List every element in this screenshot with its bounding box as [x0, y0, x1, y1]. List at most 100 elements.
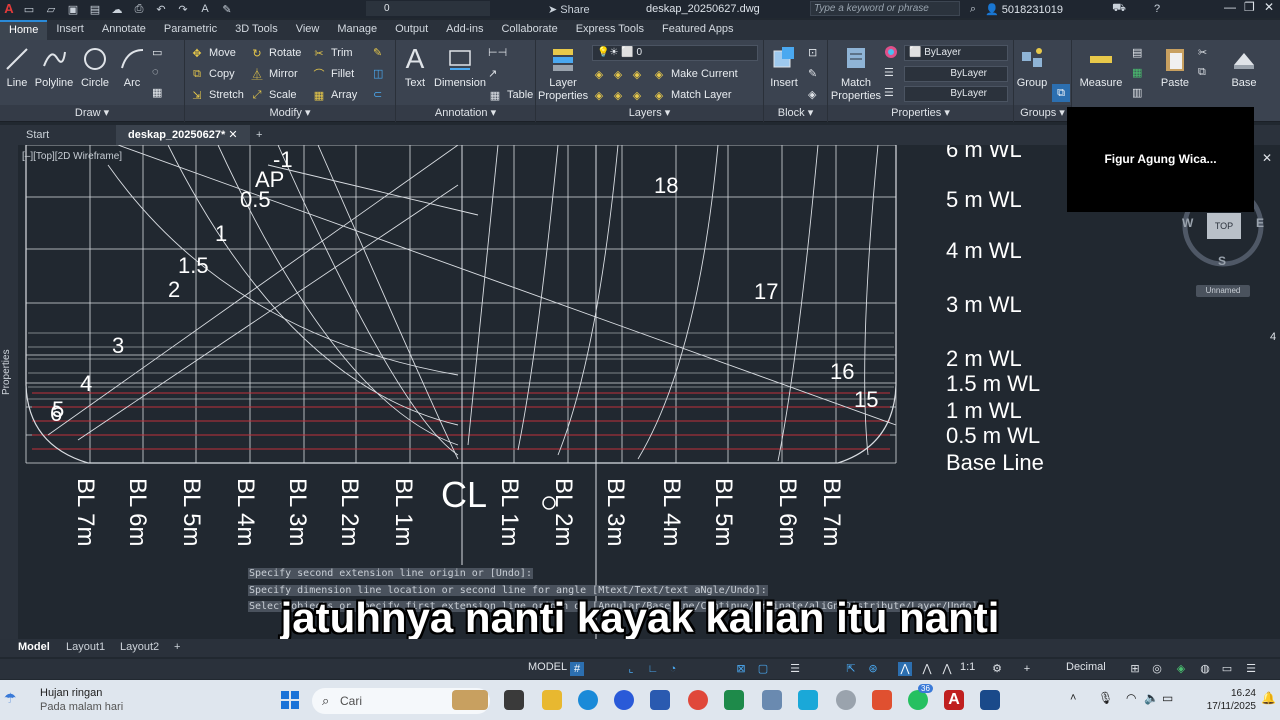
exchange-icon[interactable]: ⛟ — [1111, 2, 1127, 16]
group-select-icon[interactable]: ⧉ — [1052, 84, 1070, 102]
dimension-button[interactable]: Dimension — [434, 44, 486, 89]
tab-view[interactable]: View — [287, 20, 329, 40]
tab-express-tools[interactable]: Express Tools — [567, 20, 653, 40]
compass-west[interactable]: W — [1182, 216, 1193, 230]
add-layout-button[interactable]: + — [174, 641, 180, 653]
quick-select-icon[interactable]: ▦ — [1132, 66, 1142, 79]
linear-dim-icon[interactable]: ⊢⊣ — [488, 46, 507, 59]
windows-start-icon[interactable] — [280, 690, 300, 710]
tab-add-ins[interactable]: Add-ins — [437, 20, 492, 40]
layer-tools-row1[interactable]: ◈ ◈ ◈ — [592, 67, 649, 81]
trim-button[interactable]: ✂ Trim — [312, 46, 352, 60]
excel-icon[interactable] — [724, 690, 744, 710]
new-tab-button[interactable]: + — [244, 125, 274, 145]
copy-button[interactable]: ⧉ Copy — [190, 67, 235, 81]
annotation-scale-value[interactable]: 1:1 — [960, 661, 975, 673]
match-layer-button[interactable]: ◈ Match Layer — [652, 88, 732, 102]
new-file-icon[interactable]: ▭ — [21, 2, 37, 16]
erase-icon[interactable]: ✎ — [373, 46, 382, 59]
rotate-button[interactable]: ↻ Rotate — [250, 46, 301, 60]
lineweight-toggle-icon[interactable]: ☰ — [788, 662, 802, 676]
layer-properties-button[interactable]: Layer Properties — [538, 44, 588, 103]
select-cycle-icon[interactable]: ⇱ — [844, 662, 858, 676]
file-explorer-icon[interactable] — [542, 690, 562, 710]
hardware-accel-icon[interactable]: ◍ — [1198, 662, 1212, 676]
chrome-icon[interactable] — [688, 690, 708, 710]
tab-layout2[interactable]: Layout2 — [120, 641, 159, 653]
groups-panel-title[interactable]: Groups ▾ — [1014, 105, 1071, 121]
tab-output[interactable]: Output — [386, 20, 437, 40]
make-current-button[interactable]: ◈ Make Current — [652, 67, 738, 81]
cloud-icon[interactable]: ☁ — [109, 2, 125, 16]
whatsapp-icon[interactable] — [908, 690, 928, 710]
explode-icon[interactable]: ◫ — [373, 67, 383, 80]
notepad-icon[interactable] — [798, 690, 818, 710]
open-folder-icon[interactable]: ▱ — [43, 2, 59, 16]
calculator-icon[interactable]: ▤ — [1132, 46, 1142, 59]
viewcube-top-face[interactable]: TOP — [1207, 213, 1241, 239]
group-button[interactable]: Group — [1016, 44, 1048, 89]
viewport-controls[interactable]: [–][Top][2D Wireframe] — [22, 151, 122, 162]
notification-bell-icon[interactable]: 🔔 — [1261, 691, 1276, 705]
create-block-icon[interactable]: ⊡ — [808, 46, 817, 59]
text-button[interactable]: A Text — [400, 43, 430, 89]
osnap-icon[interactable]: ⊠ — [734, 662, 748, 676]
circle-button[interactable]: Circle — [78, 44, 112, 89]
ortho-icon[interactable]: ∟ — [646, 662, 660, 676]
base-button[interactable]: Base — [1226, 44, 1262, 89]
tab-drawing[interactable]: deskap_20250627* ✕ — [116, 125, 250, 145]
help-icon[interactable]: ? — [1149, 2, 1165, 16]
scale-button[interactable]: ⤢ Scale — [250, 88, 297, 102]
layer-tools-row2[interactable]: ◈ ◈ ◈ — [592, 88, 649, 102]
task-view-icon[interactable] — [504, 690, 524, 710]
offset-icon[interactable]: ⊂ — [373, 88, 382, 101]
isolate-objects-icon[interactable]: ◈ — [1174, 662, 1188, 676]
tab-parametric[interactable]: Parametric — [155, 20, 226, 40]
modify-panel-title[interactable]: Modify ▾ — [185, 105, 395, 121]
edit-block-icon[interactable]: ✎ — [808, 67, 817, 80]
help-search-input[interactable]: Type a keyword or phrase — [810, 1, 960, 16]
array-button[interactable]: ▦ Array — [312, 88, 357, 102]
model-space-button[interactable]: MODEL — [528, 661, 567, 673]
cut-icon[interactable]: ✂ — [1198, 46, 1207, 59]
gradient-icon[interactable]: ▦ — [152, 86, 162, 99]
settings-icon[interactable] — [836, 690, 856, 710]
layers-panel-title[interactable]: Layers ▾ — [536, 105, 763, 121]
tab-model[interactable]: Model — [18, 641, 50, 653]
app-taskbar-icon[interactable] — [980, 690, 1000, 710]
compass-east[interactable]: E — [1256, 216, 1264, 230]
autocad-taskbar-icon[interactable]: A — [944, 690, 964, 710]
zoom-icon[interactable] — [614, 690, 634, 710]
snap-icon[interactable]: ⌞ — [624, 662, 638, 676]
match-properties-button[interactable]: Match Properties — [830, 44, 882, 103]
auto-scale-icon[interactable]: ⋀ — [920, 662, 934, 676]
drawing-canvas[interactable]: [–][Top][2D Wireframe] -1 AP 0.5 1 1.5 2 3 4 5 6 1… — [18, 145, 1280, 639]
compass-south[interactable]: S — [1218, 254, 1226, 268]
tab-featured-apps[interactable]: Featured Apps — [653, 20, 743, 40]
share-button[interactable]: ➤ Share — [548, 3, 590, 16]
units-dropdown[interactable]: Decimal — [1066, 661, 1106, 673]
color-wheel-icon[interactable] — [884, 45, 898, 59]
properties-side-panel[interactable]: Properties — [0, 145, 18, 639]
annotation-monitor-icon[interactable]: + — [1020, 662, 1034, 676]
line-button[interactable]: Line — [2, 44, 32, 89]
user-account[interactable]: 👤 5018231019 — [985, 3, 1063, 16]
mirror-button[interactable]: ⏅ Mirror — [250, 67, 298, 81]
save-as-icon[interactable]: ▤ — [87, 2, 103, 16]
stretch-button[interactable]: ⇲ Stretch — [190, 88, 243, 102]
table-button[interactable]: ▦ Table — [488, 88, 534, 102]
minimize-button[interactable]: — — [1224, 0, 1236, 14]
id-point-icon[interactable]: ▥ — [1132, 86, 1142, 99]
insert-button[interactable]: Insert — [766, 44, 802, 89]
annotation-scale-icon[interactable]: ⋀ — [940, 662, 954, 676]
microphone-icon[interactable]: 🎙 — [1098, 691, 1113, 705]
photos-icon[interactable] — [762, 690, 782, 710]
attribute-icon[interactable]: ◈ — [808, 88, 816, 101]
tab-home[interactable]: Home — [0, 20, 48, 40]
tab-insert[interactable]: Insert — [47, 20, 93, 40]
tab-layout1[interactable]: Layout1 — [66, 641, 105, 653]
battery-icon[interactable]: ▭ — [1162, 691, 1173, 705]
quick-properties-icon[interactable]: ⊞ — [1128, 662, 1142, 676]
paste-button[interactable]: Paste — [1156, 44, 1194, 89]
linetype-dropdown[interactable]: ByLayer — [904, 86, 1008, 102]
